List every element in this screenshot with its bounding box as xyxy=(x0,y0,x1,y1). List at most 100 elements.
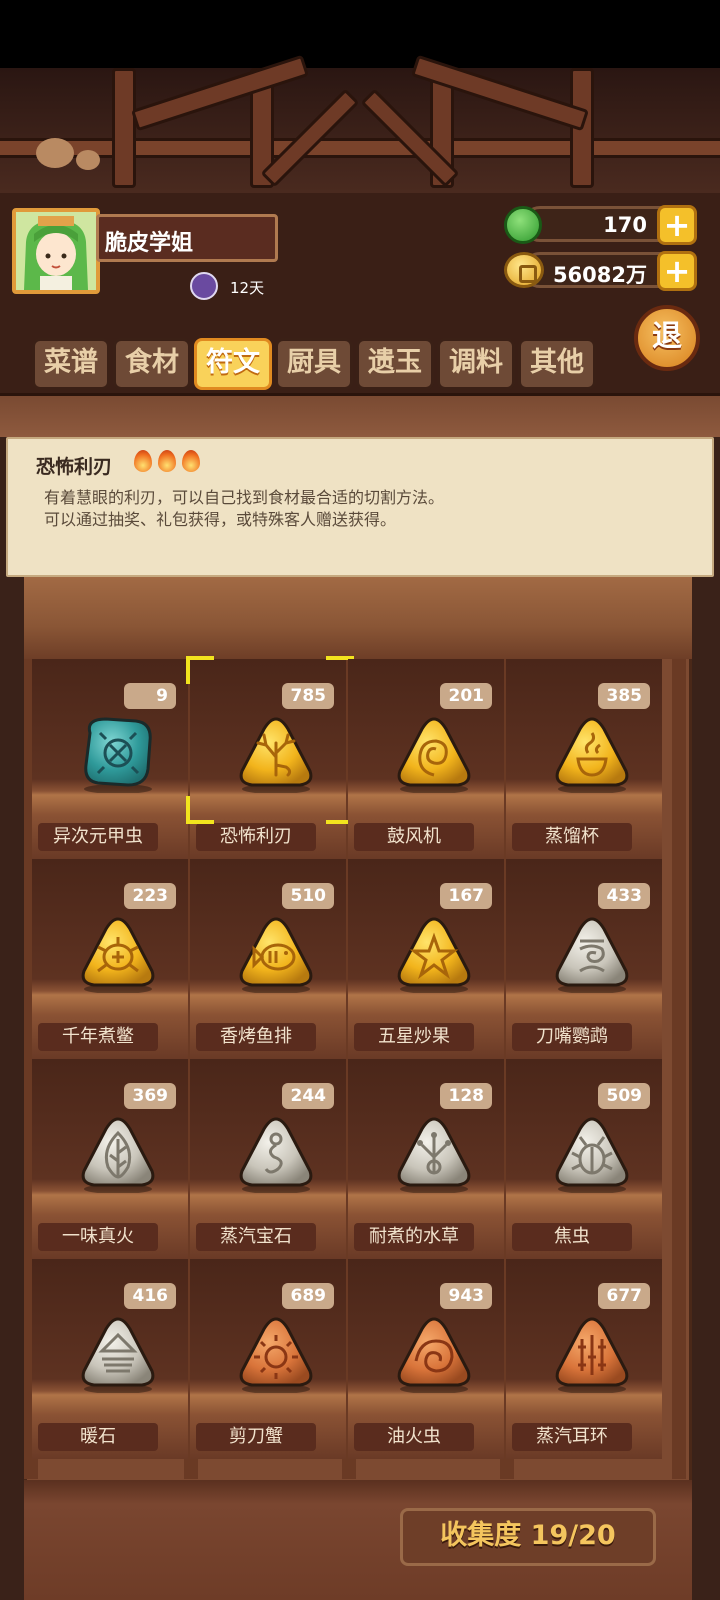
status-bar-area xyxy=(0,0,720,68)
selected-rune-title: 恐怖利刃 xyxy=(36,456,113,478)
rune-name: 异次元甲虫 xyxy=(38,823,158,851)
waterweed-rune-icon xyxy=(397,1117,471,1193)
rune-name: 一味真火 xyxy=(38,1223,158,1251)
rune-count: 416 xyxy=(124,1283,176,1309)
rune-name: 蒸馏杯 xyxy=(512,823,632,851)
tab-others[interactable]: 其他 xyxy=(518,338,596,390)
rune-obtain-line: 可以通过抽奖、礼包获得，或特殊客人赠送获得。 xyxy=(44,510,397,529)
attic-background xyxy=(0,54,720,193)
shelf-pillar xyxy=(672,659,686,1479)
rune-name: 鼓风机 xyxy=(354,823,474,851)
beetle-rune-icon xyxy=(84,717,152,793)
flame-icon xyxy=(134,450,152,472)
rune-name: 耐煮的水草 xyxy=(354,1223,474,1251)
rune-count: 244 xyxy=(282,1083,334,1109)
coin-amount: 56082万 xyxy=(552,263,647,287)
selection-corner xyxy=(186,656,214,684)
rune-name: 暖石 xyxy=(38,1423,158,1451)
rune-slot[interactable]: 244 蒸汽宝石 xyxy=(190,1059,346,1259)
star-rune-icon xyxy=(397,917,471,993)
player-avatar[interactable] xyxy=(12,208,100,294)
bug-rune-icon xyxy=(555,1117,629,1193)
rune-slot[interactable]: 689 剪刀蟹 xyxy=(190,1259,346,1459)
bird-icon xyxy=(76,150,100,170)
rune-name: 焦虫 xyxy=(512,1223,632,1251)
login-days: 12天 xyxy=(230,279,265,297)
rune-count: 369 xyxy=(124,1083,176,1109)
rune-slot[interactable]: 785 恐怖利刃 xyxy=(186,656,354,859)
rune-count: 433 xyxy=(598,883,650,909)
rune-name: 刀嘴鹦鹉 xyxy=(512,1023,632,1051)
rune-slot[interactable]: 9 异次元甲虫 xyxy=(32,659,188,859)
rune-slot[interactable]: 510 香烤鱼排 xyxy=(190,859,346,1059)
earring-rune-icon xyxy=(555,1317,629,1393)
player-name[interactable]: 脆皮学姐 xyxy=(96,214,278,262)
sun-crab-rune-icon xyxy=(239,1317,313,1393)
steaming-cup-rune-icon xyxy=(555,717,629,793)
days-badge-icon xyxy=(190,272,218,300)
spiral-shell-rune-icon xyxy=(397,717,471,793)
exit-button[interactable]: 退 xyxy=(634,305,700,371)
rune-name: 香烤鱼排 xyxy=(196,1023,316,1051)
flame-icon xyxy=(182,450,200,472)
rune-slot[interactable]: 369 一味真火 xyxy=(32,1059,188,1259)
steam-swirl-rune-icon xyxy=(239,1117,313,1193)
rune-name: 五星炒果 xyxy=(354,1023,474,1051)
selection-corner xyxy=(186,796,214,824)
rune-slot[interactable]: 223 千年煮鳖 xyxy=(32,859,188,1059)
rune-count: 201 xyxy=(440,683,492,709)
rune-count: 128 xyxy=(440,1083,492,1109)
rune-count: 167 xyxy=(440,883,492,909)
rune-slot[interactable]: 509 焦虫 xyxy=(506,1059,662,1259)
tab-ingredients[interactable]: 食材 xyxy=(113,338,191,390)
tab-cookware[interactable]: 厨具 xyxy=(275,338,353,390)
cabinet-top xyxy=(24,577,692,659)
rune-name: 剪刀蟹 xyxy=(196,1423,316,1451)
turtle-rune-icon xyxy=(81,917,155,993)
flame-icon xyxy=(158,450,176,472)
coin-currency-bar: 56082万 + xyxy=(522,251,697,291)
tab-seasonings[interactable]: 调料 xyxy=(437,338,515,390)
bird-icon xyxy=(36,138,74,168)
warm-stone-rune-icon xyxy=(81,1317,155,1393)
girl-avatar-icon xyxy=(16,212,96,290)
parrot-rune-icon xyxy=(555,917,629,993)
rune-count: 385 xyxy=(598,683,650,709)
jade-amount: 170 xyxy=(603,213,647,237)
rune-count: 689 xyxy=(282,1283,334,1309)
selection-frame xyxy=(186,656,354,824)
rune-name: 蒸汽耳环 xyxy=(512,1423,632,1451)
rune-count: 510 xyxy=(282,883,334,909)
rune-count: 943 xyxy=(440,1283,492,1309)
category-tabs: 菜谱 食材 符文 厨具 遗玉 调料 其他 xyxy=(32,338,602,390)
rune-count: 223 xyxy=(124,883,176,909)
rune-slot[interactable]: 677 蒸汽耳环 xyxy=(506,1259,662,1459)
rune-slot[interactable]: 167 五星炒果 xyxy=(348,859,504,1059)
rune-slot[interactable]: 128 耐煮的水草 xyxy=(348,1059,504,1259)
rune-slot[interactable]: 416 暖石 xyxy=(32,1259,188,1459)
jade-currency-bar: 170 + xyxy=(522,205,697,245)
add-jade-button[interactable]: + xyxy=(657,205,697,245)
tab-runes[interactable]: 符文 xyxy=(194,338,272,390)
rune-slot[interactable]: 943 油火虫 xyxy=(348,1259,504,1459)
rune-count: 677 xyxy=(598,1283,650,1309)
tab-recipes[interactable]: 菜谱 xyxy=(32,338,110,390)
collection-progress: 收集度 19/20 xyxy=(400,1508,656,1566)
rune-name: 恐怖利刃 xyxy=(196,823,316,851)
jade-icon xyxy=(504,206,542,244)
rune-slot[interactable]: 201 鼓风机 xyxy=(348,659,504,859)
shell-bug-rune-icon xyxy=(397,1317,471,1393)
rune-count: 9 xyxy=(124,683,176,709)
rune-name: 油火虫 xyxy=(354,1423,474,1451)
rune-slot[interactable]: 385 蒸馏杯 xyxy=(506,659,662,859)
wood-divider xyxy=(0,393,720,437)
leaf-flame-rune-icon xyxy=(81,1117,155,1193)
rune-name: 蒸汽宝石 xyxy=(196,1223,316,1251)
tab-relic-jade[interactable]: 遗玉 xyxy=(356,338,434,390)
add-coins-button[interactable]: + xyxy=(657,251,697,291)
rune-slot[interactable]: 433 刀嘴鹦鹉 xyxy=(506,859,662,1059)
coin-icon xyxy=(504,252,544,288)
rune-description-line: 有着慧眼的利刃，可以自己找到食材最合适的切割方法。 xyxy=(44,488,445,507)
game-screen: 脆皮学姐 12天 170 + 56082万 + 退 菜谱 食材 符文 厨具 遗玉… xyxy=(0,0,720,1600)
rune-name: 千年煮鳖 xyxy=(38,1023,158,1051)
